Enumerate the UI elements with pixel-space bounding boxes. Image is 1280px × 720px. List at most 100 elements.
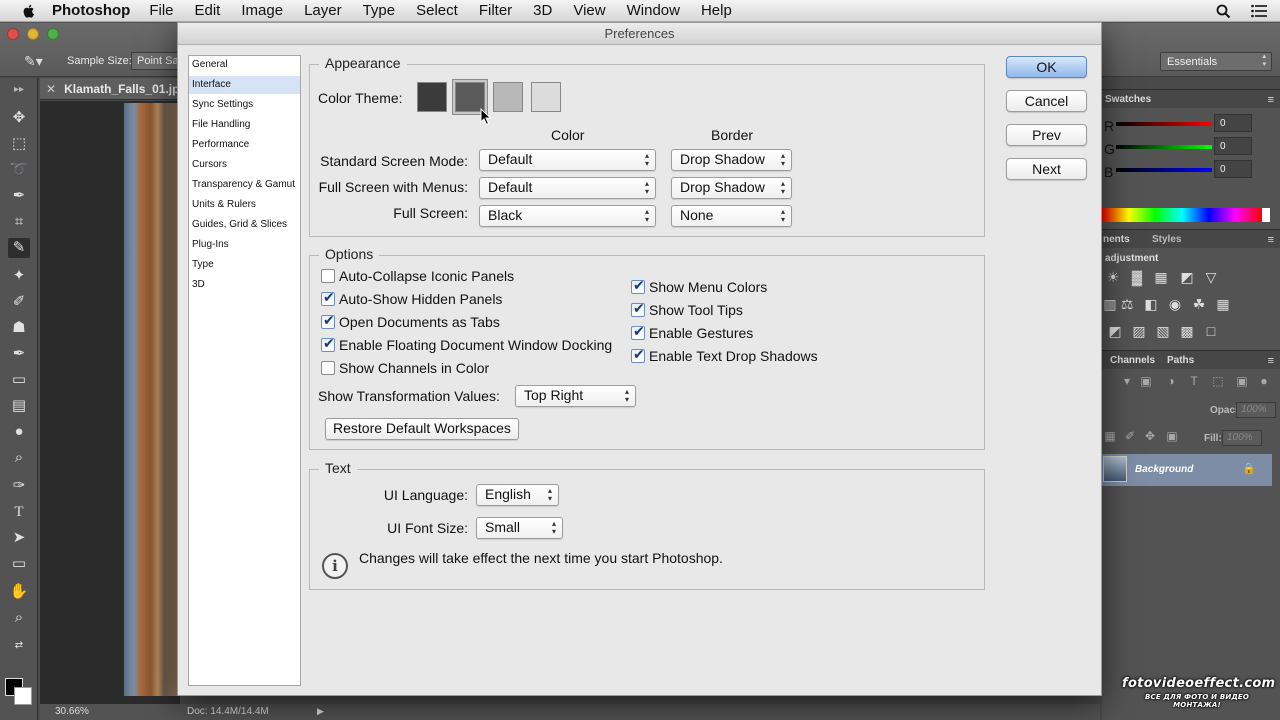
menu-app-name[interactable]: Photoshop: [52, 2, 130, 19]
brightness-contrast-icon[interactable]: ☀: [1105, 269, 1121, 286]
nav-general[interactable]: General: [189, 56, 300, 74]
slider-b-bar[interactable]: [1116, 168, 1212, 172]
slider-g-bar[interactable]: [1116, 145, 1212, 149]
prev-button[interactable]: Prev: [1006, 124, 1087, 146]
opacity-field[interactable]: 100%: [1236, 402, 1276, 418]
blur-tool-icon[interactable]: ●: [8, 422, 30, 442]
panel-menu-icon[interactable]: ≡: [1268, 94, 1274, 106]
theme-swatch-light[interactable]: [493, 82, 523, 112]
filter-shape-icon[interactable]: ⬚: [1210, 374, 1226, 388]
menu-view[interactable]: View: [573, 2, 605, 19]
gradient-map-icon[interactable]: ▩: [1179, 323, 1195, 340]
nav-type[interactable]: Type: [189, 256, 300, 274]
status-menu-arrow-icon[interactable]: ▶: [317, 706, 324, 717]
menu-help[interactable]: Help: [701, 2, 732, 19]
standard-screen-color-select[interactable]: Default: [479, 149, 656, 171]
filter-smart-object-icon[interactable]: ▣: [1234, 374, 1250, 388]
restore-workspaces-button[interactable]: Restore Default Workspaces: [325, 418, 519, 440]
lock-image-icon[interactable]: ✐: [1122, 429, 1138, 443]
standard-screen-border-select[interactable]: Drop Shadow: [671, 149, 792, 171]
curves-icon[interactable]: ▦: [1153, 269, 1169, 286]
swap-colors-icon[interactable]: ⇄: [8, 636, 30, 656]
theme-swatch-darkest[interactable]: [417, 82, 447, 112]
tab-styles[interactable]: Styles: [1152, 234, 1181, 245]
channels-color-checkbox[interactable]: [321, 361, 335, 375]
hand-tool-icon[interactable]: ✋: [8, 582, 30, 602]
color-spectrum[interactable]: [1102, 208, 1270, 222]
auto-show-checkbox[interactable]: [321, 290, 335, 306]
minimize-window-icon[interactable]: [27, 28, 39, 40]
layer-row-background[interactable]: Background 🔒: [1102, 454, 1272, 486]
apple-menu-icon[interactable]: [20, 2, 38, 20]
color-balance-icon[interactable]: ⚖: [1119, 296, 1135, 313]
full-screen-border-select[interactable]: None: [671, 205, 792, 227]
canvas-area[interactable]: [40, 101, 180, 706]
filter-pixel-icon[interactable]: ▣: [1138, 374, 1154, 388]
menu-type[interactable]: Type: [363, 2, 396, 19]
history-brush-tool-icon[interactable]: ✒: [8, 344, 30, 364]
gradient-tool-icon[interactable]: ▤: [8, 396, 30, 416]
slider-r-value[interactable]: 0: [1214, 114, 1252, 132]
photo-filter-icon[interactable]: ◉: [1167, 296, 1183, 313]
full-screen-menus-color-select[interactable]: Default: [479, 177, 656, 199]
tab-channels[interactable]: Channels: [1110, 355, 1155, 366]
nav-3d[interactable]: 3D: [189, 276, 300, 294]
transform-values-select[interactable]: Top Right: [515, 385, 636, 407]
nav-file-handling[interactable]: File Handling: [189, 116, 300, 134]
threshold-icon[interactable]: ▧: [1155, 323, 1171, 340]
zoom-tool-icon[interactable]: ⌕: [8, 608, 30, 628]
collapse-toolbar-icon[interactable]: ▸▸: [8, 80, 30, 100]
gestures-checkbox[interactable]: [631, 324, 645, 340]
nav-interface[interactable]: Interface: [189, 76, 300, 94]
levels-icon[interactable]: ▓: [1129, 269, 1145, 285]
slider-b-value[interactable]: 0: [1214, 160, 1252, 178]
eyedropper-preset-icon[interactable]: ✎▾: [24, 53, 43, 70]
ui-language-select[interactable]: English: [476, 484, 559, 506]
vibrance-icon[interactable]: ▽: [1203, 269, 1219, 286]
quick-select-tool-icon[interactable]: ✒: [8, 186, 30, 206]
rectangle-tool-icon[interactable]: ▭: [8, 554, 30, 574]
theme-swatch-lightest[interactable]: [531, 82, 561, 112]
filter-adjustment-icon[interactable]: ◑: [1163, 374, 1179, 388]
selective-color-icon[interactable]: □: [1203, 323, 1219, 339]
filter-type-icon[interactable]: T: [1186, 374, 1202, 388]
crop-tool-icon[interactable]: ⌗: [8, 212, 30, 232]
open-tabs-checkbox[interactable]: [321, 313, 335, 329]
type-tool-icon[interactable]: T: [8, 502, 30, 522]
floating-docking-checkbox[interactable]: [321, 336, 335, 352]
menu-filter[interactable]: Filter: [479, 2, 512, 19]
slider-g-value[interactable]: 0: [1214, 137, 1252, 155]
lock-position-icon[interactable]: ✥: [1142, 429, 1158, 443]
panel-menu-icon[interactable]: ≡: [1268, 355, 1274, 367]
exposure-icon[interactable]: ◩: [1179, 269, 1195, 286]
nav-plug-ins[interactable]: Plug-Ins: [189, 236, 300, 254]
full-screen-menus-border-select[interactable]: Drop Shadow: [671, 177, 792, 199]
menu-select[interactable]: Select: [416, 2, 458, 19]
slider-r-bar[interactable]: [1116, 122, 1212, 126]
pen-tool-icon[interactable]: ✑: [8, 476, 30, 496]
close-document-icon[interactable]: ✕: [46, 82, 56, 96]
nav-units-rulers[interactable]: Units & Rulers: [189, 196, 300, 214]
menu-file[interactable]: File: [149, 2, 173, 19]
dodge-tool-icon[interactable]: ⌕: [8, 448, 30, 468]
nav-transparency-gamut[interactable]: Transparency & Gamut: [189, 176, 300, 194]
full-screen-color-select[interactable]: Black: [479, 205, 656, 227]
menu-window[interactable]: Window: [627, 2, 680, 19]
clone-stamp-tool-icon[interactable]: ☗: [8, 318, 30, 338]
panel-menu-icon[interactable]: ≡: [1268, 234, 1274, 246]
filter-toggle-icon[interactable]: ●: [1256, 374, 1272, 388]
menu-layer[interactable]: Layer: [304, 2, 342, 19]
lasso-tool-icon[interactable]: ➰: [8, 160, 30, 180]
ui-font-size-select[interactable]: Small: [476, 517, 563, 539]
color-swatches[interactable]: [5, 678, 35, 708]
sample-size-select[interactable]: Point Sample: [131, 52, 181, 70]
spotlight-search-icon[interactable]: [1214, 2, 1232, 20]
tab-adjustments[interactable]: nents: [1103, 234, 1130, 245]
healing-brush-tool-icon[interactable]: ✦: [8, 266, 30, 286]
move-tool-icon[interactable]: ✥: [8, 108, 30, 128]
marquee-tool-icon[interactable]: ⬚: [8, 134, 30, 154]
path-select-tool-icon[interactable]: ➤: [8, 528, 30, 548]
close-window-icon[interactable]: [7, 28, 19, 40]
brush-tool-icon[interactable]: ✐: [8, 292, 30, 312]
document-tab[interactable]: ✕ Klamath_Falls_01.jpg @ 30.7%: [40, 78, 239, 100]
